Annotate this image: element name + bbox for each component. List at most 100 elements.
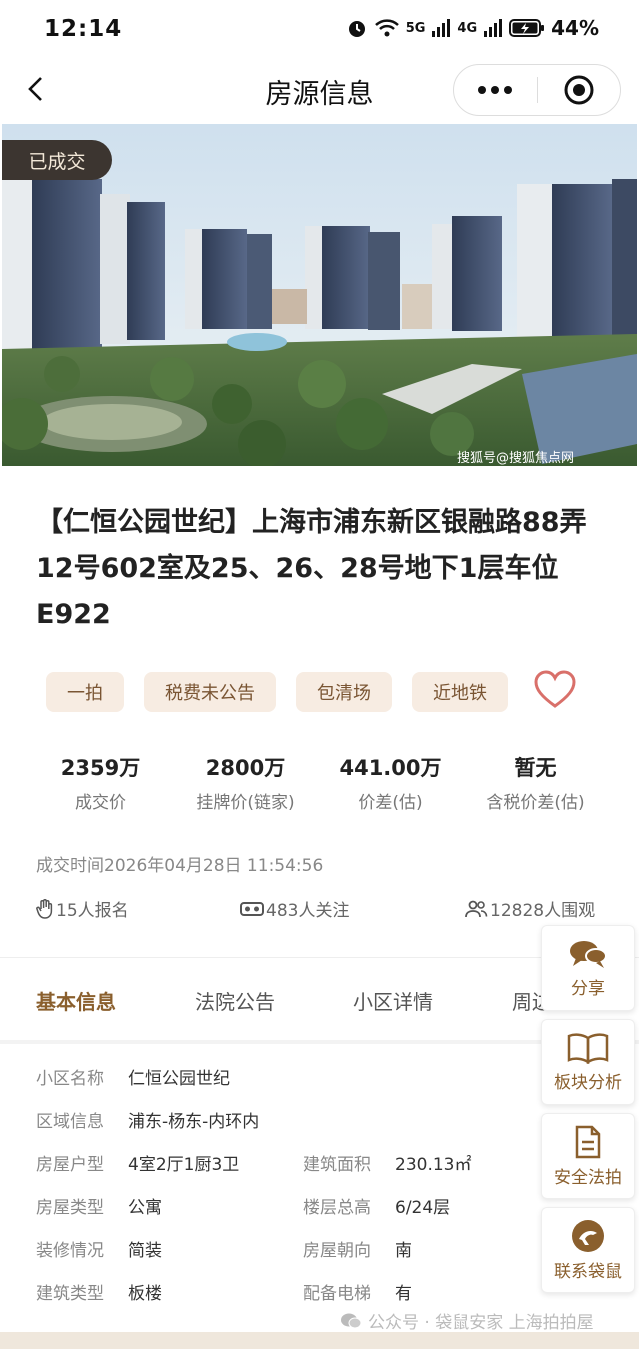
photo-watermark: 搜狐号@搜狐焦点网 (457, 451, 574, 466)
contact-label: 联系袋鼠 (554, 1261, 622, 1282)
info-key: 房屋户型 (36, 1155, 104, 1175)
watch-count: 12828人围观 (464, 896, 595, 921)
info-value: 4室2厅1厨3卫 (128, 1155, 240, 1175)
stat-price-diff: 441.00万 价差(估) (318, 752, 463, 813)
info-value: 板楼 (128, 1284, 162, 1304)
stat-value: 441.00万 (339, 756, 442, 780)
stat-label: 价差(估) (358, 793, 423, 813)
tag-auction-round: 一拍 (46, 672, 124, 712)
info-row: 装修情况 简装 房屋朝向 南 (36, 1236, 596, 1279)
raised-hand-icon (36, 898, 53, 919)
kangaroo-logo-icon (572, 1219, 604, 1252)
info-key: 楼层总高 (303, 1198, 371, 1218)
info-key: 房屋类型 (36, 1198, 104, 1218)
info-building-type: 建筑类型 板楼 (36, 1279, 162, 1304)
info-value: 仁恒公园世纪 (128, 1069, 230, 1089)
info-value: 南 (395, 1241, 412, 1261)
close-program-button[interactable] (538, 65, 621, 115)
status-bar: 12:14 5G 4G 44% (0, 0, 639, 60)
open-book-icon (567, 1032, 609, 1064)
info-key: 建筑类型 (36, 1284, 104, 1304)
wifi-icon (374, 19, 399, 37)
safe-auction-label: 安全法拍 (554, 1167, 622, 1188)
stat-deal-price: 2359万 成交价 (28, 752, 173, 813)
info-key: 小区名称 (36, 1069, 104, 1089)
info-key: 房屋朝向 (303, 1241, 371, 1261)
wechat-watermark: 公众号 · 袋鼠安家 上海拍拍屋 (340, 1308, 594, 1333)
tab-court-notice[interactable]: 法院公告 (195, 986, 275, 1015)
info-row: 小区名称 仁恒公园世纪 (36, 1064, 596, 1107)
status-time: 12:14 (44, 16, 123, 42)
info-row: 区域信息 浦东-杨东-内环内 (36, 1107, 596, 1150)
info-value: 有 (395, 1284, 412, 1304)
sector-analysis-label: 板块分析 (554, 1072, 622, 1093)
info-community-name: 小区名称 仁恒公园世纪 (36, 1064, 230, 1089)
property-title: 【仁恒公园世纪】上海市浦东新区银融路88弄12号602室及25、26、28号地下… (36, 507, 587, 630)
battery-icon (509, 19, 545, 37)
tag-tax: 税费未公告 (144, 672, 276, 712)
watch-count-text: 12828人围观 (490, 901, 596, 921)
info-floor-area: 建筑面积 230.13㎡ (303, 1150, 471, 1175)
mini-program-capsule (453, 64, 621, 116)
basic-info-table: 小区名称 仁恒公园世纪 区域信息 浦东-杨东-内环内 房屋户型 4室2厅1厨3卫… (36, 1064, 596, 1322)
info-value: 公寓 (128, 1198, 162, 1218)
info-value: 6/24层 (395, 1198, 451, 1218)
info-value: 简装 (128, 1241, 162, 1261)
info-orientation: 房屋朝向 南 (303, 1236, 412, 1261)
follow-count-text: 483人关注 (266, 901, 350, 921)
favorite-heart-icon[interactable] (533, 670, 577, 710)
info-key: 装修情况 (36, 1241, 104, 1261)
info-key: 建筑面积 (303, 1155, 371, 1175)
info-value: 浦东-杨东-内环内 (128, 1112, 260, 1132)
info-layout: 房屋户型 4室2厅1厨3卫 (36, 1150, 239, 1175)
vr-goggles-icon (240, 901, 264, 916)
share-label: 分享 (571, 978, 605, 999)
stat-value: 暂无 (514, 756, 557, 780)
signal-icon-2 (484, 19, 503, 37)
info-floors: 楼层总高 6/24层 (303, 1193, 450, 1218)
price-stats: 2359万 成交价 2800万 挂牌价(链家) 441.00万 价差(估) 暂无… (28, 752, 608, 813)
tag-metro: 近地铁 (412, 672, 508, 712)
share-button[interactable]: 分享 (541, 925, 635, 1011)
wechat-icon (341, 1313, 362, 1328)
info-row: 房屋类型 公寓 楼层总高 6/24层 (36, 1193, 596, 1236)
safe-auction-button[interactable]: 安全法拍 (541, 1113, 635, 1199)
info-key: 配备电梯 (303, 1284, 371, 1304)
sector-analysis-button[interactable]: 板块分析 (541, 1019, 635, 1105)
contact-button[interactable]: 联系袋鼠 (541, 1207, 635, 1293)
activity-counts: 15人报名 483人关注 12828人围观 (36, 896, 606, 922)
stat-listing-price: 2800万 挂牌价(链家) (173, 752, 318, 813)
follow-count: 483人关注 (240, 896, 349, 921)
stat-label: 含税价差(估) (486, 793, 585, 813)
signal-icon (432, 19, 451, 37)
more-button[interactable] (454, 65, 537, 115)
signal-5g-label: 5G (405, 20, 426, 36)
stat-label: 成交价 (75, 793, 126, 813)
info-decoration: 装修情况 简装 (36, 1236, 162, 1261)
chat-bubbles-icon (570, 940, 607, 968)
target-circle-icon (564, 75, 594, 105)
info-value: 230.13㎡ (395, 1155, 472, 1175)
nav-bar: 房源信息 (0, 62, 639, 118)
info-area: 区域信息 浦东-杨东-内环内 (36, 1107, 259, 1132)
document-icon (575, 1125, 601, 1158)
info-row: 房屋户型 4室2厅1厨3卫 建筑面积 230.13㎡ (36, 1150, 596, 1193)
users-group-icon (465, 900, 488, 917)
stat-label: 挂牌价(链家) (196, 793, 295, 813)
watermark-text: 公众号 · 袋鼠安家 上海拍拍屋 (368, 1313, 594, 1333)
signup-count-text: 15人报名 (56, 901, 129, 921)
bottom-bar-edge (0, 1332, 639, 1349)
tab-community-details[interactable]: 小区详情 (353, 986, 433, 1015)
status-icons: 5G 4G 44% (346, 16, 599, 40)
stat-value: 2800万 (205, 756, 286, 780)
tab-basic-info[interactable]: 基本信息 (36, 986, 116, 1015)
signal-4g-label: 4G (457, 20, 478, 36)
stat-tax-diff: 暂无 含税价差(估) (463, 752, 608, 813)
stat-value: 2359万 (60, 756, 141, 780)
sold-badge: 已成交 (2, 140, 112, 180)
tag-clearance: 包清场 (296, 672, 392, 712)
more-dots-icon (478, 86, 513, 94)
property-tags: 一拍 税费未公告 包清场 近地铁 (46, 672, 508, 712)
battery-percent: 44% (551, 16, 599, 40)
info-elevator: 配备电梯 有 (303, 1279, 412, 1304)
